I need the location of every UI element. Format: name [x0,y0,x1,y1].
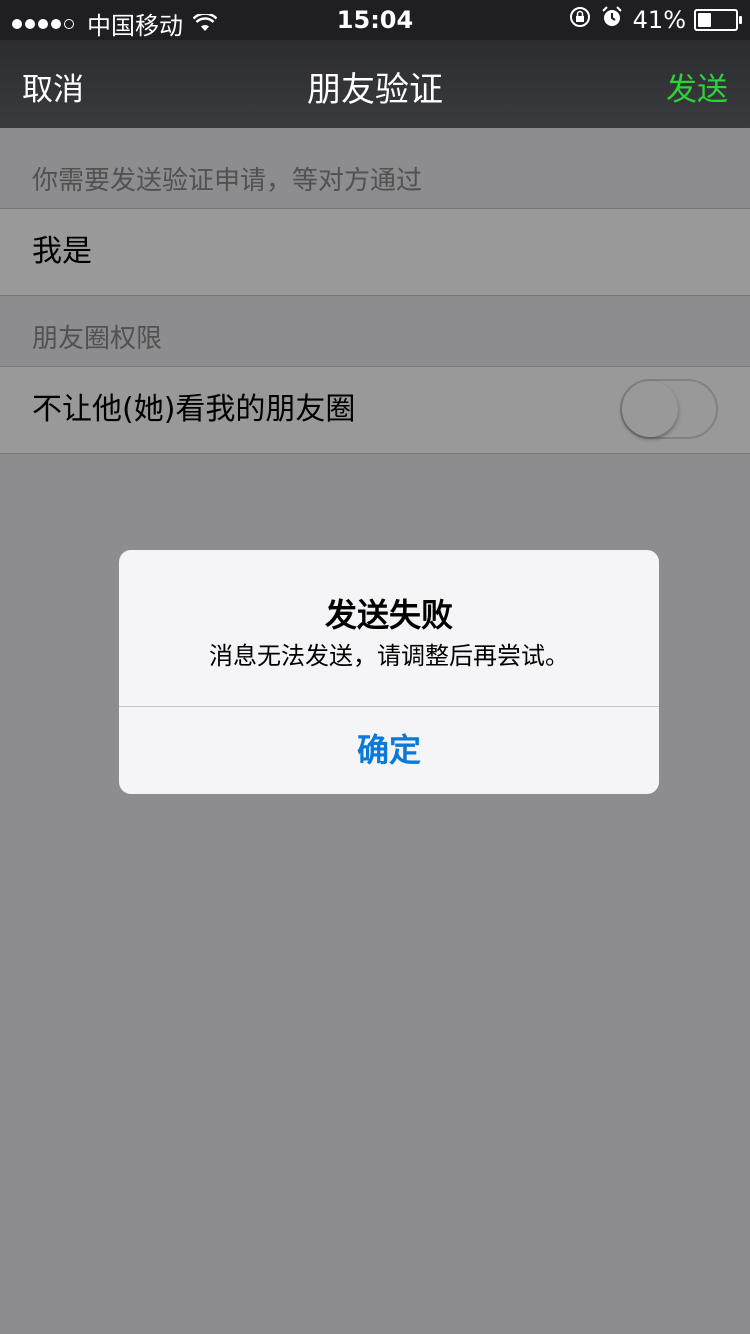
alert-title: 发送失败 [324,596,453,634]
ok-button[interactable]: 确定 [119,707,659,794]
alert-message: 消息无法发送，请调整后再尝试。 [209,642,569,670]
nav-bar: 取消 朋友验证 发送 [0,40,750,128]
alert-dialog: 发送失败 消息无法发送，请调整后再尝试。 确定 [119,550,659,794]
battery-icon [694,9,742,31]
battery-percent: 41% [632,6,686,34]
status-right: 41% [569,6,742,34]
status-bar: 中国移动 15:04 41% [0,0,750,40]
battery-fill [698,13,711,27]
orientation-lock-icon [569,6,591,34]
page-title: 朋友验证 [307,70,443,110]
send-button[interactable]: 发送 [666,64,728,109]
alarm-icon [601,6,623,34]
